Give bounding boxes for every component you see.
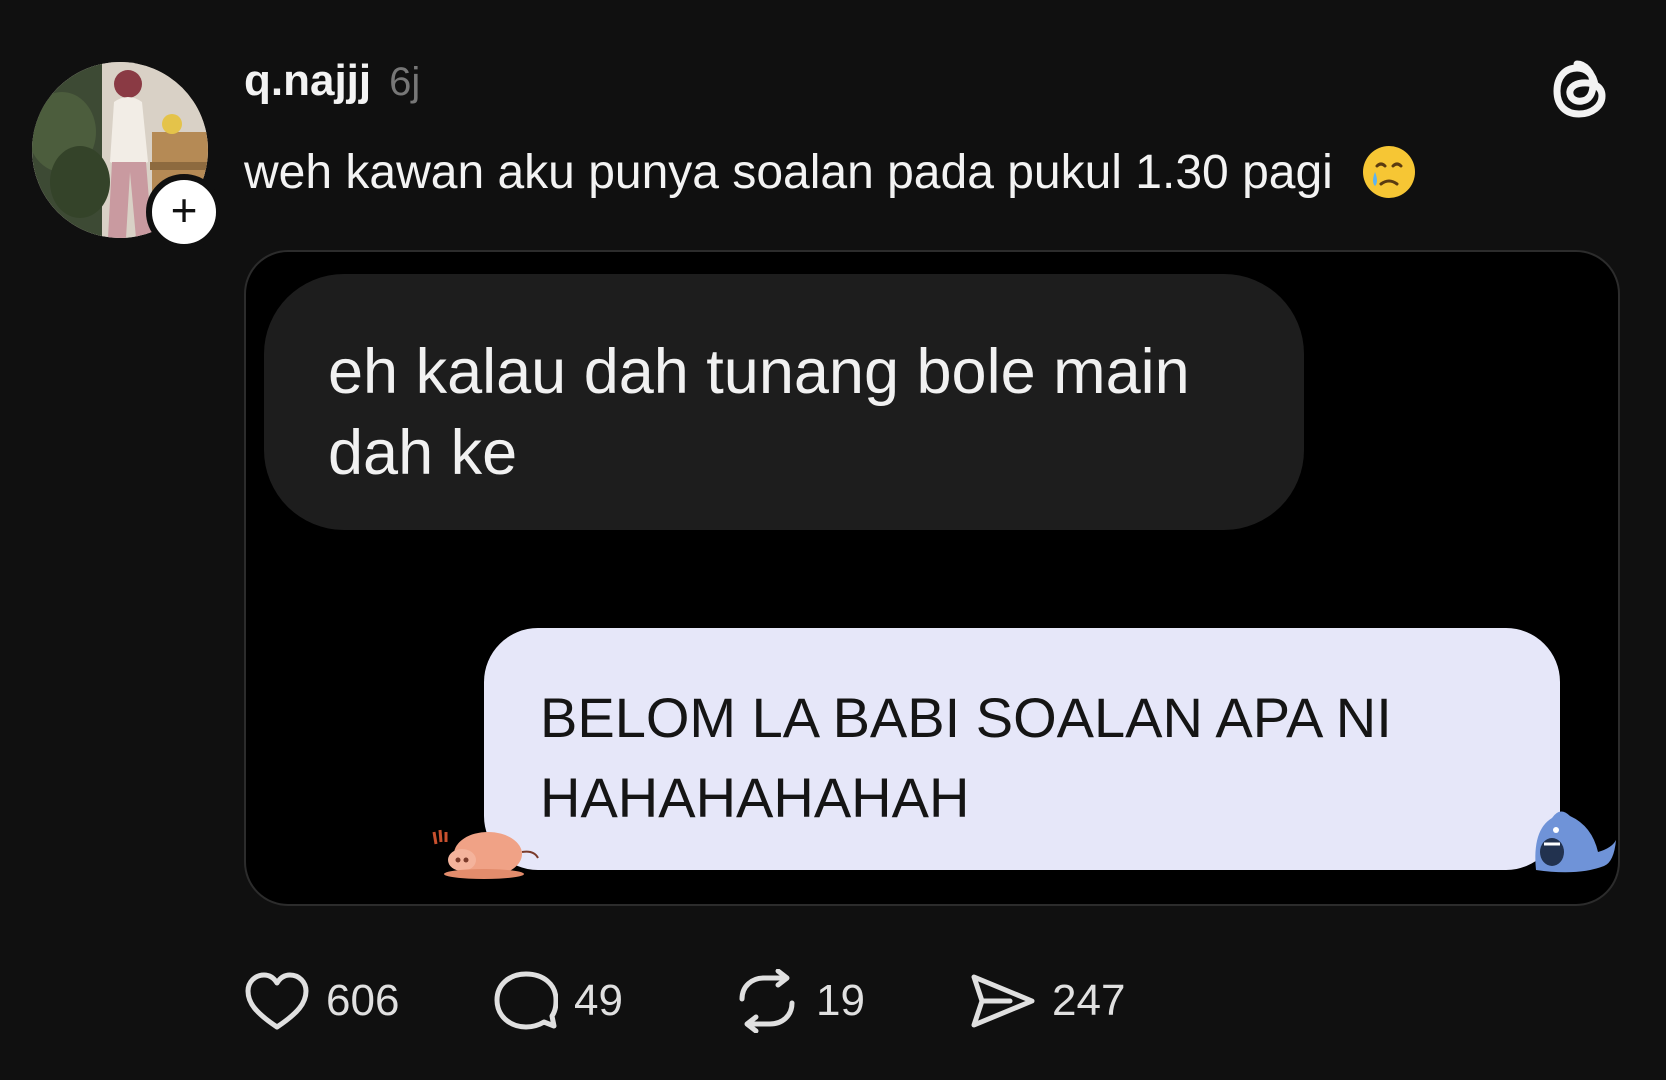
post-actions: 606 49 19 247	[244, 966, 1170, 1036]
follow-button[interactable]: +	[146, 174, 222, 250]
face-holding-back-tears-icon	[1361, 144, 1417, 200]
caption-text: weh kawan aku punya soalan pada pukul 1.…	[244, 145, 1333, 199]
incoming-message-text: eh kalau dah tunang bole main dah ke	[328, 337, 1190, 488]
reply-count: 49	[574, 976, 623, 1025]
chat-screenshot[interactable]: eh kalau dah tunang bole main dah ke BEL…	[244, 250, 1620, 906]
like-button[interactable]: 606	[244, 971, 494, 1031]
reply-button[interactable]: 49	[494, 970, 734, 1032]
repost-count: 19	[816, 976, 865, 1025]
share-icon	[971, 974, 1035, 1028]
shark-sticker-icon	[1526, 800, 1618, 882]
avatar-container: +	[32, 62, 222, 250]
share-button[interactable]: 247	[970, 971, 1170, 1031]
heart-icon	[245, 972, 309, 1030]
pig-sticker-icon	[426, 812, 546, 882]
username[interactable]: q.najjj	[244, 56, 371, 106]
plus-icon: +	[170, 184, 198, 236]
outgoing-message-bubble: BELOM LA BABI SOALAN APA NI HAHAHAHAHAH	[484, 628, 1560, 870]
repost-icon	[739, 969, 795, 1033]
post-header: q.najjj 6j	[244, 56, 420, 116]
comment-icon	[494, 971, 558, 1030]
share-count: 247	[1052, 976, 1126, 1025]
repost-button[interactable]: 19	[734, 969, 970, 1033]
threads-logo-icon[interactable]	[1548, 56, 1612, 124]
post-caption: weh kawan aku punya soalan pada pukul 1.…	[244, 144, 1417, 200]
outgoing-message-text: BELOM LA BABI SOALAN APA NI HAHAHAHAHAH	[540, 686, 1392, 829]
like-count: 606	[326, 976, 400, 1025]
incoming-message-bubble: eh kalau dah tunang bole main dah ke	[264, 274, 1304, 530]
post-time: 6j	[389, 60, 421, 104]
thread-post: + q.najjj 6j weh kawan aku punya soalan …	[0, 0, 1666, 1080]
